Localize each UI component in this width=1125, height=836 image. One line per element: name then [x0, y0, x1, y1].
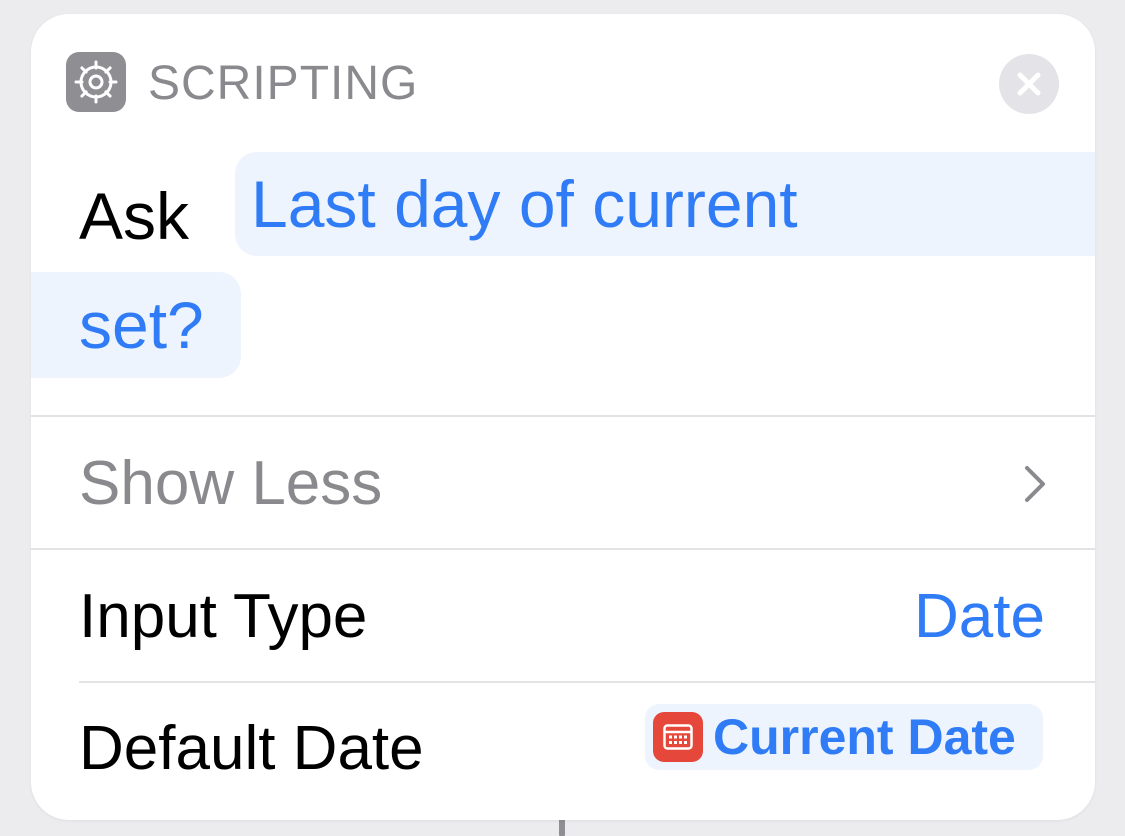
ask-for-input-action-card: SCRIPTING Ask Last day of current set? S…	[31, 14, 1095, 820]
default-date-label: Default Date	[79, 714, 424, 783]
chevron-right-icon	[1025, 466, 1045, 502]
show-less-label: Show Less	[79, 449, 383, 518]
calendar-icon	[653, 712, 703, 762]
show-less-row[interactable]: Show Less	[31, 419, 1095, 549]
section-divider	[31, 415, 1095, 417]
parameters-divider	[31, 548, 1095, 550]
action-header: SCRIPTING	[31, 14, 1095, 144]
row-divider	[79, 681, 1095, 683]
prompt-text-field-continued[interactable]: set?	[31, 272, 241, 378]
current-date-label: Current Date	[713, 709, 1016, 765]
gear-icon	[66, 52, 126, 112]
remove-action-button[interactable]	[999, 54, 1059, 114]
input-type-value[interactable]: Date	[914, 552, 1045, 682]
prompt-text-field[interactable]: Last day of current	[235, 152, 1095, 256]
ask-verb-label: Ask	[79, 179, 190, 253]
current-date-variable-chip[interactable]: Current Date	[645, 704, 1043, 770]
default-date-row: Default Date Current Date	[31, 684, 1095, 814]
close-icon	[1017, 72, 1041, 96]
input-type-row[interactable]: Input Type Date	[31, 552, 1095, 682]
action-category-label: SCRIPTING	[148, 57, 419, 110]
input-type-label: Input Type	[79, 582, 368, 651]
